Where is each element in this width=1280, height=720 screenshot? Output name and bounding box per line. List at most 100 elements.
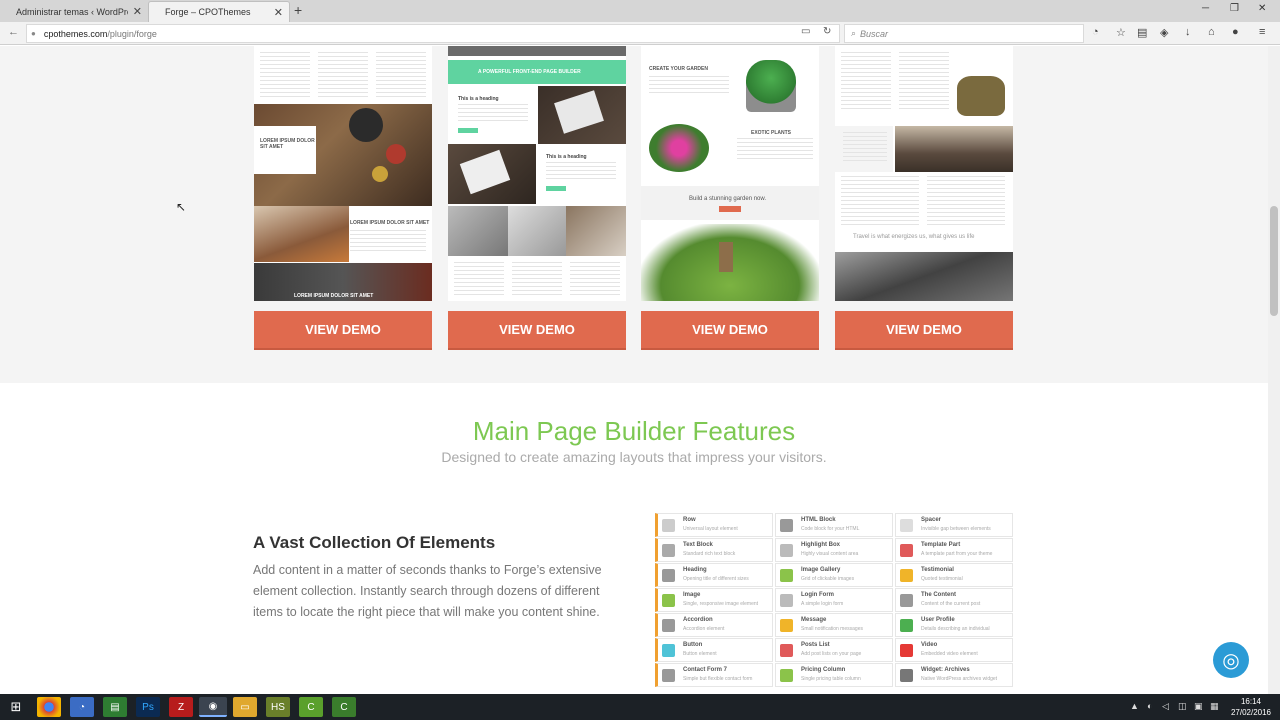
element-item[interactable]: Widget: Archives Native WordPress archive…: [895, 663, 1013, 687]
bookmarks-list-icon[interactable]: ▤: [1137, 26, 1147, 39]
element-type-icon: [900, 619, 913, 632]
rss-icon[interactable]: ◔: [1092, 26, 1099, 38]
app-hs-icon[interactable]: HS: [266, 697, 290, 717]
scrollbar-thumb[interactable]: [1270, 206, 1278, 316]
element-item[interactable]: Text Block Standard rich text block: [655, 538, 773, 562]
element-name: Video: [921, 642, 938, 648]
file-explorer-icon[interactable]: ▭: [233, 697, 257, 717]
tab-administrar-temas[interactable]: Administrar temas ‹ WordPres… ✕: [0, 1, 148, 22]
element-type-icon: [662, 619, 675, 632]
home-icon[interactable]: ⌂: [1208, 26, 1215, 38]
element-item[interactable]: Contact Form 7 Simple but flexible contac…: [655, 663, 773, 687]
spreadsheet-app-icon[interactable]: ▤: [103, 697, 127, 717]
address-bar[interactable]: ● cpothemes.com /plugin/forge: [26, 24, 840, 43]
volume-icon[interactable]: ◁: [1162, 701, 1169, 712]
photoshop-icon[interactable]: Ps: [136, 697, 160, 717]
element-item[interactable]: Spacer Invisible gap between elements: [895, 513, 1013, 537]
notification-icon[interactable]: ▣: [1194, 701, 1203, 712]
search-input[interactable]: ⌕ Buscar: [844, 24, 1084, 43]
element-item[interactable]: Pricing Column Single pricing table colum…: [775, 663, 893, 687]
close-icon[interactable]: ✕: [133, 5, 142, 18]
camtasia-recorder-icon[interactable]: C: [332, 697, 356, 717]
reload-icon[interactable]: ↻: [823, 26, 831, 37]
element-item[interactable]: Heading Opening title of different sizes: [655, 563, 773, 587]
element-type-icon: [900, 544, 913, 557]
view-demo-button[interactable]: VIEW DEMO: [448, 311, 626, 350]
element-name: Spacer: [921, 517, 942, 523]
element-item[interactable]: The Content Content of the current post: [895, 588, 1013, 612]
browser-nav-bar: ← ● cpothemes.com /plugin/forge ▭ ↻ ⌕ Bu…: [0, 22, 1280, 45]
demo-thumbnail-page-builder[interactable]: A POWERFUL FRONT-END PAGE BUILDER This i…: [448, 46, 626, 301]
element-type-icon: [900, 569, 913, 582]
element-item[interactable]: Message Small notification messages: [775, 613, 893, 637]
element-item[interactable]: Accordion Accordion element: [655, 613, 773, 637]
restore-icon[interactable]: ❐: [1230, 3, 1239, 14]
demo-thumbnail-garden[interactable]: CREATE YOUR GARDEN EXOTIC PLANTS Build a…: [641, 46, 819, 301]
keyboard-icon[interactable]: ▦: [1210, 701, 1219, 712]
element-name: Contact Form 7: [683, 667, 728, 673]
view-demo-button[interactable]: VIEW DEMO: [835, 311, 1013, 350]
element-item[interactable]: Image Single, responsive image element: [655, 588, 773, 612]
search-icon: ⌕: [851, 28, 857, 38]
camtasia-icon[interactable]: C: [299, 697, 323, 717]
windows-start-icon[interactable]: ⊞: [4, 697, 28, 717]
tray-icon[interactable]: ▲: [1130, 701, 1139, 711]
element-item[interactable]: Testimonial Quoted testimonial: [895, 563, 1013, 587]
browser-app-icon[interactable]: ◔: [70, 697, 94, 717]
element-description: Embedded video element: [921, 651, 978, 657]
site-info-icon[interactable]: ●: [31, 29, 36, 38]
element-item[interactable]: Posts List Add post lists on your page: [775, 638, 893, 662]
pocket-icon[interactable]: ◈: [1160, 26, 1168, 39]
back-arrow-icon[interactable]: ←: [8, 26, 19, 38]
element-type-icon: [780, 669, 793, 682]
element-item[interactable]: User Profile Details describing an indivi…: [895, 613, 1013, 637]
chat-icon[interactable]: ●: [1232, 26, 1239, 38]
element-name: Testimonial: [921, 567, 954, 573]
element-item[interactable]: Row Universal layout element: [655, 513, 773, 537]
bookmark-star-icon[interactable]: ☆: [1116, 26, 1126, 39]
element-item[interactable]: Image Gallery Grid of clickable images: [775, 563, 893, 587]
firefox-icon[interactable]: ◉: [199, 697, 227, 717]
element-item[interactable]: HTML Block Code block for your HTML: [775, 513, 893, 537]
page-scrollbar[interactable]: [1268, 46, 1280, 694]
window-close-icon[interactable]: ✕: [1258, 3, 1266, 14]
new-tab-icon[interactable]: +: [294, 2, 302, 18]
view-demo-button[interactable]: VIEW DEMO: [254, 311, 432, 350]
tray-icon[interactable]: ◐: [1147, 701, 1152, 711]
tab-label: Forge – CPOThemes: [165, 7, 251, 17]
element-description: Code block for your HTML: [801, 526, 860, 532]
close-icon[interactable]: ✕: [274, 6, 283, 19]
system-clock[interactable]: 16:14 27/02/2016: [1226, 696, 1276, 718]
element-name: The Content: [921, 592, 956, 598]
menu-icon[interactable]: ≡: [1259, 26, 1265, 38]
element-item[interactable]: Button Button element: [655, 638, 773, 662]
tab-forge[interactable]: Forge – CPOThemes ✕: [148, 1, 290, 22]
element-description: A template part from your theme: [921, 551, 993, 557]
element-description: Simple but flexible contact form: [683, 676, 753, 682]
filezilla-icon[interactable]: Z: [169, 697, 193, 717]
element-item[interactable]: Template Part A template part from your t…: [895, 538, 1013, 562]
elements-heading: A Vast Collection Of Elements: [253, 533, 496, 552]
reader-view-icon[interactable]: ▭: [801, 26, 810, 37]
thumb-quote: Travel is what energizes us, what gives …: [853, 234, 975, 240]
element-name: Image: [683, 592, 701, 598]
section-subtitle: Designed to create amazing layouts that …: [441, 449, 827, 465]
help-lifebuoy-icon[interactable]: ◎: [1213, 642, 1249, 678]
thumb-heading: This is a heading: [458, 96, 499, 102]
network-icon[interactable]: ◫: [1178, 701, 1187, 712]
element-description: Content of the current post: [921, 601, 981, 607]
demo-thumbnail-travel[interactable]: Travel is what energizes us, what gives …: [835, 46, 1013, 301]
element-item[interactable]: Highlight Box Highly visual content area: [775, 538, 893, 562]
element-description: Universal layout element: [683, 526, 738, 532]
element-item[interactable]: Video Embedded video element: [895, 638, 1013, 662]
thumb-banner: A POWERFUL FRONT-END PAGE BUILDER: [478, 69, 581, 75]
view-demo-button[interactable]: VIEW DEMO: [641, 311, 819, 350]
demo-thumbnail-food[interactable]: LOREM IPSUM DOLOR SIT AMET LOREM IPSUM D…: [254, 46, 432, 301]
minimize-icon[interactable]: ─: [1202, 3, 1209, 14]
download-icon[interactable]: ↓: [1185, 26, 1191, 38]
element-item[interactable]: Login Form A simple login form: [775, 588, 893, 612]
element-description: Grid of clickable images: [801, 576, 855, 582]
element-description: Invisible gap between elements: [921, 526, 991, 532]
tab-label: Administrar temas ‹ WordPres…: [16, 6, 128, 17]
chrome-icon[interactable]: [37, 697, 61, 717]
